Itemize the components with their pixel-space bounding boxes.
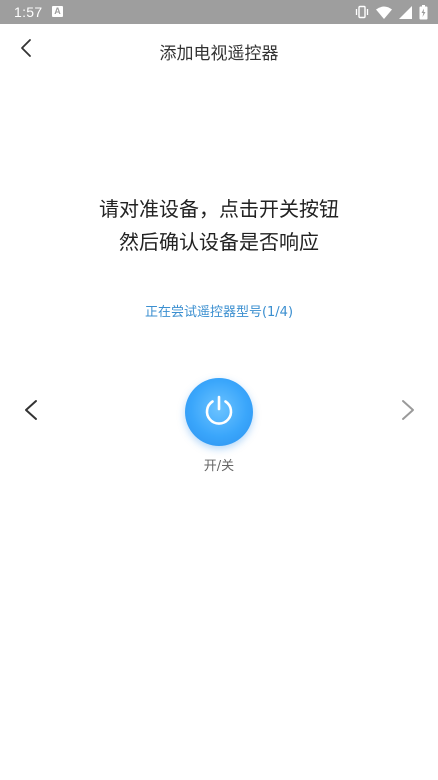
chevron-left-icon xyxy=(24,399,38,425)
vibrate-icon xyxy=(355,5,369,19)
chevron-right-icon xyxy=(401,399,415,425)
battery-icon xyxy=(419,4,428,20)
notification-icon: A xyxy=(52,6,63,17)
instruction-line-1: 请对准设备，点击开关按钮 xyxy=(99,197,339,221)
signal-icon xyxy=(399,5,412,19)
page-title: 添加电视遥控器 xyxy=(159,44,279,64)
model-progress-text: 正在尝试遥控器型号(1/4) xyxy=(144,305,294,320)
power-icon xyxy=(201,392,237,432)
wifi-icon xyxy=(376,6,392,19)
power-button[interactable] xyxy=(185,378,253,446)
power-button-label: 开/关 xyxy=(203,459,235,474)
status-icons xyxy=(355,4,428,20)
status-time: 1:57 xyxy=(14,4,43,20)
next-model-button[interactable] xyxy=(392,396,424,428)
previous-model-button[interactable] xyxy=(15,396,47,428)
instruction-text: 请对准设备，点击开关按钮 然后确认设备是否响应 xyxy=(0,193,438,259)
app-bar: 添加电视遥控器 xyxy=(0,24,438,78)
instruction-line-2: 然后确认设备是否响应 xyxy=(119,230,319,254)
status-bar: 1:57 A xyxy=(0,0,438,24)
